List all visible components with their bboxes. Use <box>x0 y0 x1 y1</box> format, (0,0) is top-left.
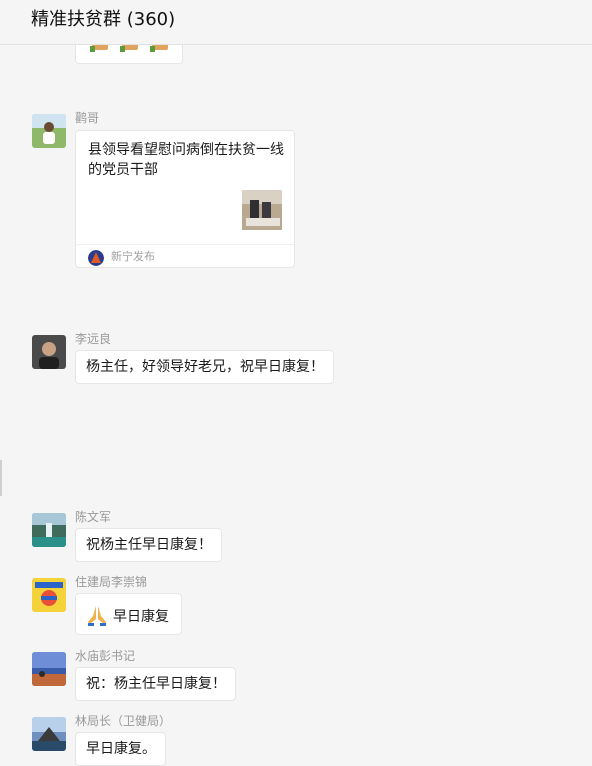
article-card[interactable]: 县领导看望慰问病倒在扶贫一线的党员干部 新宁发布 <box>75 130 295 268</box>
sender-name: 李远良 <box>75 332 112 346</box>
message-bubble[interactable]: 祝杨主任早日康复！ <box>75 528 222 562</box>
sender-name: 住建局李崇锦 <box>75 575 148 589</box>
article-title: 县领导看望慰问病倒在扶贫一线的党员干部 <box>88 142 284 178</box>
source-logo-icon <box>88 250 104 266</box>
avatar[interactable] <box>32 578 66 612</box>
avatar[interactable] <box>32 114 66 148</box>
message-text: 早日康复 <box>113 609 169 625</box>
message-bubble[interactable]: 早日康复。 <box>75 732 166 766</box>
scroll-marker[interactable] <box>0 460 2 496</box>
chat-header: 精准扶贫群 (360) <box>0 0 592 45</box>
group-title: 精准扶贫群 (360) <box>31 9 176 30</box>
message-bubble[interactable]: 祝：杨主任早日康复！ <box>75 667 236 701</box>
card-divider <box>76 244 294 245</box>
sender-name: 林局长（卫健局） <box>75 714 172 728</box>
avatar[interactable] <box>32 513 66 547</box>
message-bubble[interactable]: 早日康复 <box>75 593 182 635</box>
avatar[interactable] <box>32 335 66 369</box>
message-bubble[interactable]: 杨主任，好领导好老兄，祝早日康复！ <box>75 350 334 384</box>
avatar[interactable] <box>32 717 66 751</box>
article-source: 新宁发布 <box>111 250 155 263</box>
chat-window: 精准扶贫群 (360) 鹳哥 县领导看望慰问病倒在扶贫一线的党员干部 新宁发布 … <box>0 0 592 766</box>
sender-name: 陈文军 <box>75 510 112 524</box>
article-thumbnail <box>242 190 282 230</box>
sender-name: 水庙彭书记 <box>75 649 136 663</box>
pray-hands-icon <box>88 606 106 626</box>
avatar[interactable] <box>32 652 66 686</box>
sender-name: 鹳哥 <box>75 111 100 125</box>
